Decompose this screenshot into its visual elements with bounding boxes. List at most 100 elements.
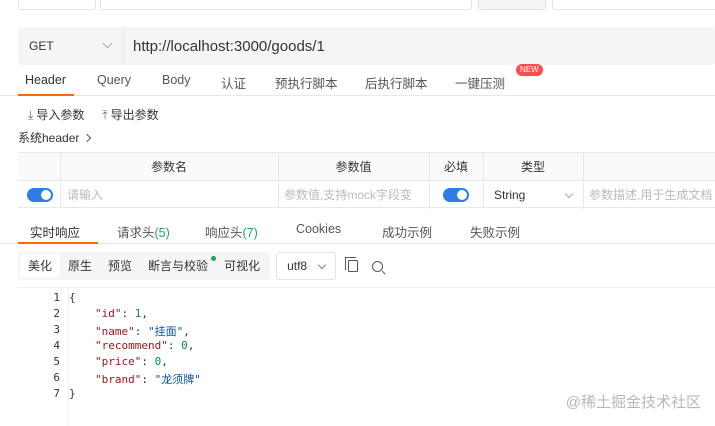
json-comma: , bbox=[141, 307, 148, 320]
url-bar: GET http://localhost:3000/goods/1 bbox=[18, 27, 715, 65]
request-tabs: Header Query Body 认证 预执行脚本 后执行脚本 一键压测 bbox=[0, 66, 715, 96]
tab-load-test[interactable]: 一键压测 bbox=[455, 73, 505, 92]
json-key: "name" bbox=[95, 325, 135, 338]
code-line: "brand": "龙须牌" bbox=[95, 371, 201, 387]
visualize-button[interactable]: 可视化 bbox=[216, 254, 268, 278]
divider bbox=[278, 153, 279, 209]
param-desc-input[interactable]: 参数描述,用于生成文档 bbox=[589, 181, 712, 209]
tab-pre-script[interactable]: 预执行脚本 bbox=[275, 73, 338, 92]
assertion-button[interactable]: 断言与校验 bbox=[140, 254, 217, 278]
response-tabs: 实时响应 请求头(5) 响应头(7) Cookies 成功示例 失败示例 bbox=[0, 214, 715, 244]
line-number: 6 bbox=[53, 371, 60, 384]
top-field-3[interactable] bbox=[552, 0, 715, 10]
count-badge: (7) bbox=[242, 226, 258, 240]
top-toolbar-partial bbox=[0, 0, 715, 14]
table-header-name: 参数名 bbox=[60, 153, 278, 181]
import-params-button[interactable]: ⤓ 导入参数 bbox=[28, 106, 84, 123]
table-header-value: 参数值 bbox=[278, 153, 429, 181]
json-key: "recommend" bbox=[95, 339, 168, 352]
tab-header[interactable]: Header bbox=[25, 73, 66, 87]
code-line: "price": 0, bbox=[95, 355, 168, 368]
preview-button[interactable]: 预览 bbox=[100, 254, 140, 278]
export-params-button[interactable]: ⤒ 导出参数 bbox=[102, 106, 158, 123]
param-name-input[interactable]: 请输入 bbox=[67, 181, 103, 209]
tab-cookies[interactable]: Cookies bbox=[296, 222, 341, 236]
line-number: 2 bbox=[53, 307, 60, 320]
param-value-input[interactable]: 参数值,支持mock字段变 bbox=[284, 181, 412, 209]
json-comma: , bbox=[187, 339, 195, 352]
line-number: 1 bbox=[53, 291, 60, 304]
json-sep: : bbox=[167, 339, 182, 352]
tab-request-headers[interactable]: 请求头(5) bbox=[117, 222, 170, 241]
divider bbox=[429, 153, 430, 209]
params-table: 参数名 参数值 必填 类型 请输入 参数值,支持mock字段变 String 参… bbox=[18, 152, 715, 209]
code-line: "id": 1, bbox=[95, 307, 148, 320]
code-line: "recommend": 0, bbox=[95, 339, 194, 352]
top-button-partial[interactable] bbox=[478, 0, 546, 10]
json-key: "price" bbox=[95, 355, 142, 368]
row-enable-toggle[interactable] bbox=[27, 188, 53, 202]
tab-response-headers[interactable]: 响应头(7) bbox=[205, 222, 258, 241]
divider bbox=[583, 153, 584, 209]
json-value: 0 bbox=[181, 339, 188, 352]
search-icon[interactable] bbox=[372, 260, 384, 272]
method-select[interactable]: GET bbox=[18, 27, 124, 65]
tab-body[interactable]: Body bbox=[162, 73, 191, 87]
json-sep: : bbox=[141, 373, 155, 386]
line-number: 3 bbox=[53, 323, 60, 336]
json-sep: : bbox=[134, 325, 148, 338]
code-line: } bbox=[69, 387, 76, 400]
json-sep: : bbox=[141, 355, 155, 368]
tab-post-script[interactable]: 后执行脚本 bbox=[365, 73, 428, 92]
required-toggle[interactable] bbox=[443, 188, 469, 202]
code-line: { bbox=[69, 291, 76, 304]
json-value: "龙须牌" bbox=[154, 373, 201, 386]
assertion-label: 断言与校验 bbox=[148, 259, 209, 273]
system-header-toggle[interactable]: 系统header bbox=[18, 129, 92, 146]
encoding-value: utf8 bbox=[287, 259, 308, 273]
count-badge: (5) bbox=[154, 226, 170, 240]
line-number: 4 bbox=[53, 339, 60, 352]
chevron-right-icon bbox=[83, 133, 92, 143]
json-value: "挂面" bbox=[148, 325, 184, 338]
table-header-type: 类型 bbox=[483, 153, 583, 181]
format-toolbar: 美化 原生 预览 断言与校验 可视化 utf8 bbox=[18, 252, 384, 280]
tab-auth[interactable]: 认证 bbox=[221, 73, 246, 92]
json-key: "brand" bbox=[95, 373, 142, 386]
line-number: 7 bbox=[53, 387, 60, 400]
new-badge: NEW bbox=[516, 64, 543, 76]
method-label: GET bbox=[29, 39, 54, 53]
type-value: String bbox=[494, 188, 526, 202]
tab-label: 响应头 bbox=[205, 226, 243, 240]
line-number-gutter: 1 2 3 4 5 6 7 bbox=[18, 288, 69, 426]
table-header-toggle-col bbox=[18, 153, 60, 181]
json-comma: , bbox=[161, 355, 168, 368]
url-input[interactable]: http://localhost:3000/goods/1 bbox=[124, 38, 325, 55]
type-select[interactable]: String bbox=[494, 181, 574, 209]
active-tab-indicator bbox=[18, 94, 74, 96]
divider bbox=[483, 153, 484, 209]
watermark: @稀土掘金技术社区 bbox=[565, 394, 701, 411]
chevron-down-icon bbox=[317, 260, 327, 270]
import-icon: ⤓ bbox=[28, 108, 34, 122]
beautify-button[interactable]: 美化 bbox=[20, 254, 61, 278]
top-field-1[interactable] bbox=[18, 0, 96, 10]
import-label: 导入参数 bbox=[36, 108, 85, 122]
top-field-2[interactable] bbox=[100, 0, 472, 10]
tab-failure-example[interactable]: 失败示例 bbox=[470, 222, 520, 241]
tab-label: 请求头 bbox=[117, 226, 155, 240]
tab-live-response[interactable]: 实时响应 bbox=[30, 222, 80, 241]
chevron-down-icon bbox=[564, 189, 574, 199]
table-header-required: 必填 bbox=[429, 153, 483, 181]
tab-query[interactable]: Query bbox=[97, 73, 131, 87]
chevron-down-icon bbox=[102, 38, 113, 49]
export-label: 导出参数 bbox=[110, 108, 159, 122]
system-header-label: 系统header bbox=[18, 131, 80, 145]
divider bbox=[60, 153, 61, 209]
raw-button[interactable]: 原生 bbox=[60, 254, 100, 278]
tab-success-example[interactable]: 成功示例 bbox=[382, 222, 432, 241]
copy-icon[interactable] bbox=[345, 257, 359, 272]
export-icon: ⤒ bbox=[102, 108, 108, 122]
format-button-group: 美化 原生 预览 断言与校验 可视化 bbox=[18, 252, 271, 280]
encoding-select[interactable]: utf8 bbox=[276, 252, 337, 280]
